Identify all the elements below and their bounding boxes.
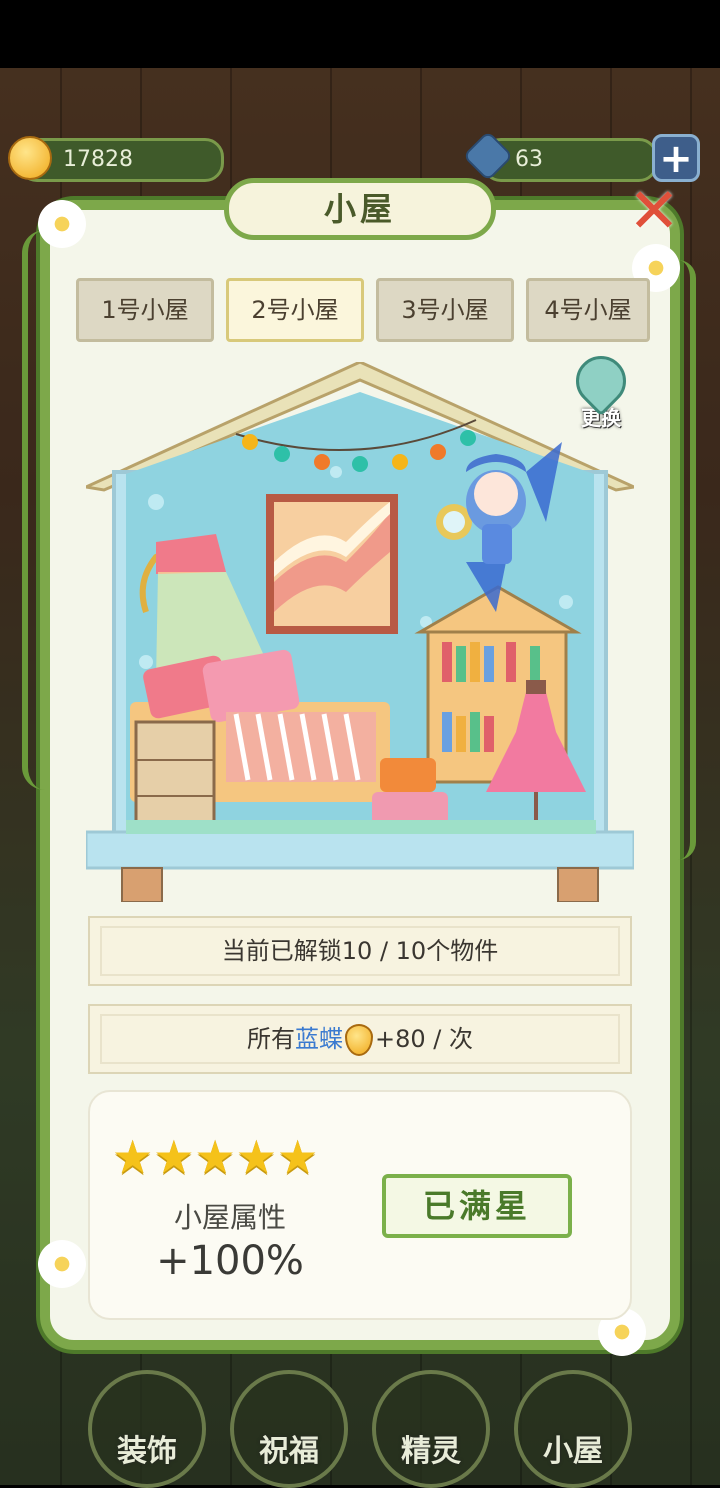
- max-stars-button[interactable]: 已满星: [382, 1174, 572, 1238]
- nav-decorate-label: 装饰: [117, 1434, 177, 1469]
- star-icon: ★: [194, 1130, 236, 1184]
- change-skin-button[interactable]: 更换: [565, 345, 637, 436]
- nav-spirit[interactable]: 精灵: [372, 1370, 490, 1488]
- panel-title: 小屋: [224, 178, 496, 240]
- nav-decorate[interactable]: 装饰: [88, 1370, 206, 1488]
- vine-left-decoration: [22, 230, 68, 790]
- nav-spirit-label: 精灵: [401, 1434, 461, 1469]
- vine-right-decoration: [660, 260, 696, 860]
- nav-cabin-label: 小屋: [543, 1434, 603, 1469]
- close-button[interactable]: ✕: [625, 180, 683, 242]
- bonus-bar: 所有蓝蝶 +80 / 次: [88, 1004, 632, 1074]
- tab-cabin-1[interactable]: 1号小屋: [76, 278, 214, 342]
- coin-icon: [8, 136, 52, 180]
- cabin-illustration: [86, 362, 634, 902]
- flower-decoration: [34, 196, 90, 252]
- nav-blessing[interactable]: 祝福: [230, 1370, 348, 1488]
- drop-icon: [345, 1024, 373, 1056]
- flower-decoration: [34, 1236, 90, 1292]
- bonus-highlight: 蓝蝶: [295, 1025, 343, 1053]
- star-icon: ★: [153, 1130, 195, 1184]
- nav-cabin[interactable]: 小屋: [514, 1370, 632, 1488]
- star-icon: ★: [277, 1130, 319, 1184]
- bonus-suffix: +80 / 次: [375, 1025, 473, 1053]
- star-rating: ★★★★★: [112, 1134, 352, 1184]
- nav-blessing-label: 祝福: [259, 1434, 319, 1469]
- coin-amount: 17828: [63, 147, 133, 172]
- gem-amount: 63: [515, 147, 543, 172]
- star-icon: ★: [235, 1130, 277, 1184]
- tab-cabin-4[interactable]: 4号小屋: [526, 278, 650, 342]
- unlocked-items-text: 当前已解锁10 / 10个物件: [221, 937, 499, 965]
- tab-cabin-2[interactable]: 2号小屋: [226, 278, 364, 342]
- cabin-attribute-label: 小屋属性: [173, 1201, 286, 1234]
- tab-cabin-3[interactable]: 3号小屋: [376, 278, 514, 342]
- cabin-attribute-value: +100%: [156, 1238, 304, 1284]
- bonus-prefix: 所有: [247, 1025, 295, 1053]
- star-icon: ★: [112, 1130, 154, 1184]
- unlocked-items-bar: 当前已解锁10 / 10个物件: [88, 916, 632, 986]
